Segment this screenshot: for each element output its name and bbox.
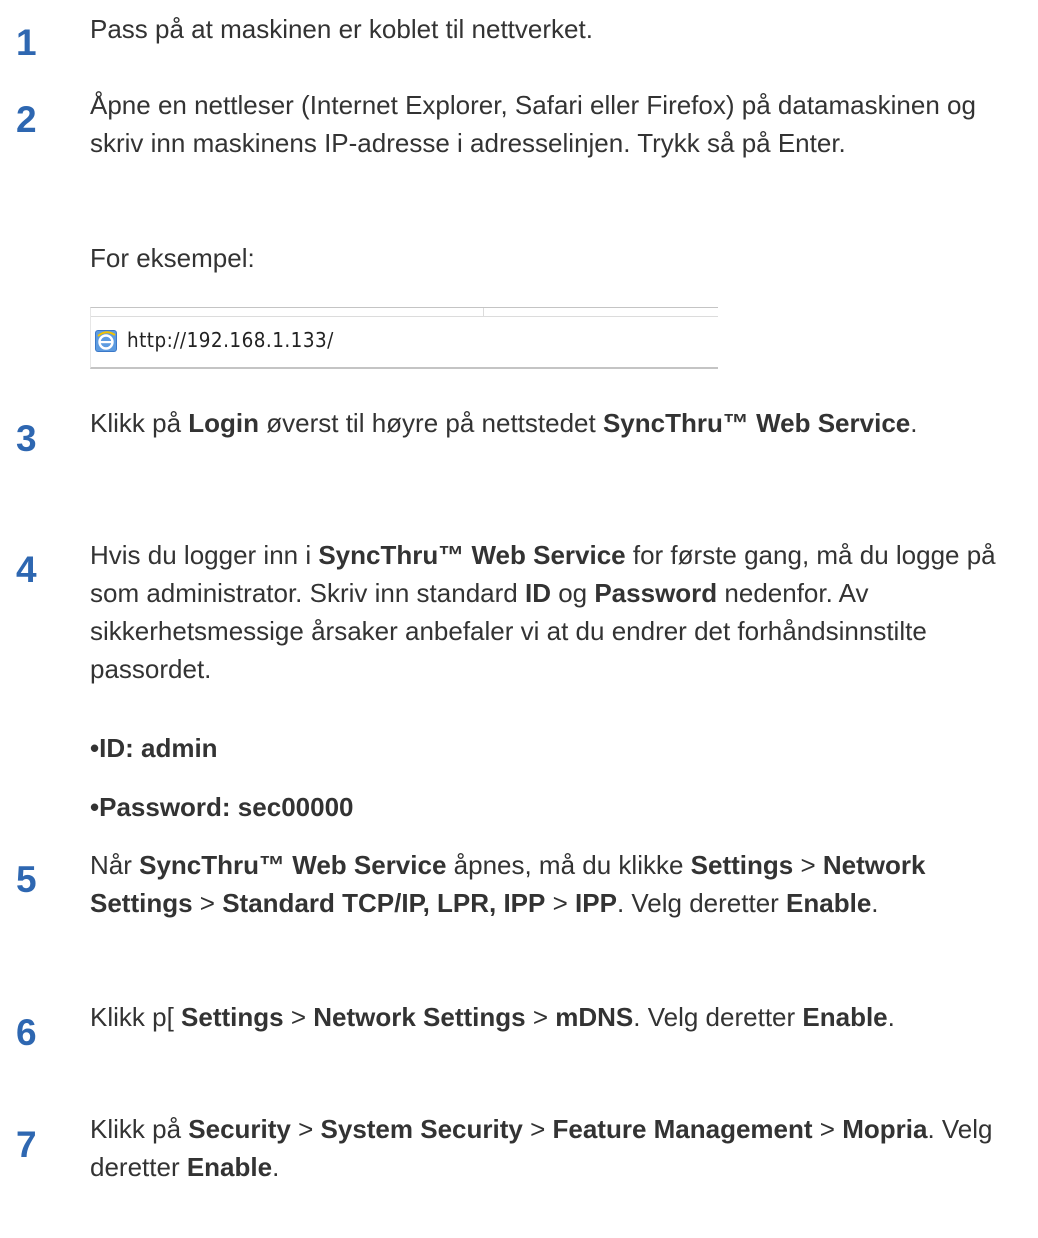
credential-password: •Password: sec00000 (90, 792, 354, 822)
step-number: 5 (16, 859, 37, 900)
step-text: Åpne en nettleser (Internet Explorer, Sa… (90, 90, 976, 158)
step-number: 1 (16, 22, 37, 63)
step-number: 2 (16, 99, 37, 140)
step-number: 7 (16, 1124, 37, 1165)
url-example-image: http://192.168.1.133/ (90, 307, 718, 369)
step-number: 6 (16, 1012, 37, 1053)
step-number: 3 (16, 418, 37, 459)
example-label: For eksempel: (90, 243, 255, 273)
credential-id: •ID: admin (90, 733, 218, 763)
step-text: Hvis du logger inn i SyncThru™ Web Servi… (90, 540, 996, 684)
step-text: Når SyncThru™ Web Service åpnes, må du k… (90, 850, 926, 918)
internet-explorer-icon (95, 330, 117, 352)
password-term: Password (594, 578, 718, 608)
step-text: Klikk på Login øverst til høyre på netts… (90, 408, 918, 438)
url-bar-divider (91, 316, 718, 317)
step-text: Pass på at maskinen er koblet til nettve… (90, 14, 593, 44)
step-text: Klikk på Security > System Security > Fe… (90, 1114, 993, 1182)
id-term: ID (524, 578, 551, 608)
url-example-text: http://192.168.1.133/ (127, 328, 334, 352)
service-term: SyncThru™ Web Service (602, 408, 911, 438)
step-text: Klikk p[ Settings > Network Settings > m… (90, 1002, 895, 1032)
url-bar-top-edge (91, 308, 484, 316)
login-term: Login (188, 408, 260, 438)
service-term: SyncThru™ Web Service (318, 540, 626, 570)
step-number: 4 (16, 549, 37, 590)
